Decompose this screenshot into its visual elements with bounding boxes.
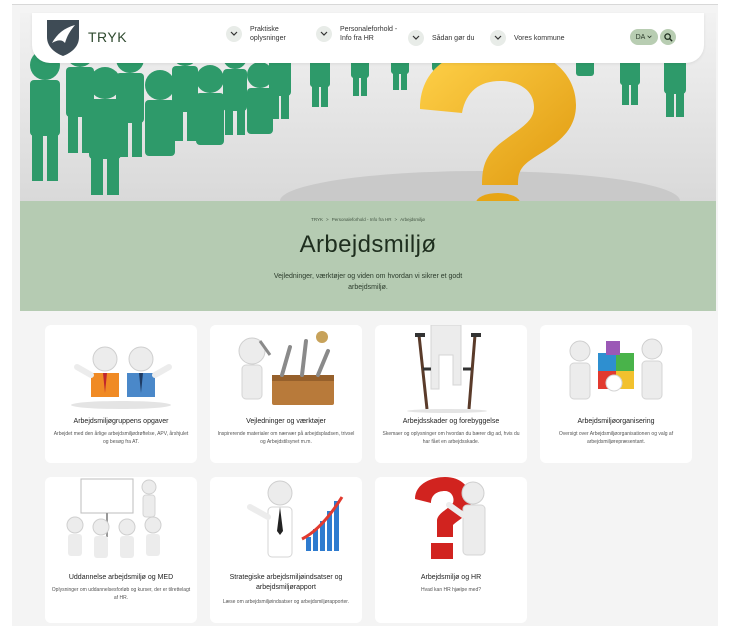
card-uddannelse-arbejdsmiljoe-og-med[interactable]: Uddannelse arbejdsmiljø og MED Oplysning… (45, 477, 197, 623)
nav-label: Praktiske oplysninger (250, 26, 286, 42)
card-arbejdsmiljoegruppens-opgaver[interactable]: Arbejdsmiljøgruppens opgaver Arbejdet me… (45, 325, 197, 463)
logo-shield-icon[interactable] (46, 19, 80, 57)
card-description: Arbejdet med den årlige arbejdsmiljødrøf… (53, 431, 189, 445)
chevron-down-icon (226, 26, 242, 42)
card-strategiske-arbejdsmiljoeindsatser[interactable]: Strategiske arbejdsmiljøindsatser og arb… (210, 477, 362, 623)
card-description: Oversigt over Arbejdsmiljøorganisationen… (558, 431, 674, 445)
nav-label: Personaleforhold - Info fra HR (340, 26, 398, 42)
card-title: Strategiske arbejdsmiljøindsatser og arb… (229, 574, 343, 591)
nav-item-saadan-goer-du[interactable]: Sådan gør du (408, 30, 490, 46)
card-vejledninger-og-vaerktoejer[interactable]: Vejledninger og værktøjer Inspirerende m… (210, 325, 362, 463)
card-description: Læse om arbejdsmiljøindsatser og arbejds… (222, 599, 350, 605)
card-title: Vejledninger og værktøjer (246, 418, 326, 425)
nav-label: Sådan gør du (432, 34, 475, 42)
chevron-down-icon (490, 30, 506, 46)
presentation-illustration (66, 478, 162, 558)
card-description: Skemaer og oplysninger om hvordan du bær… (382, 431, 520, 445)
breadcrumb-current: Arbejdsmiljø (400, 217, 425, 222)
card-title: Arbejdsskader og forebyggelse (402, 418, 500, 425)
nav-label: Vores kommune (514, 34, 565, 42)
breadcrumb-link[interactable]: TRYK (311, 217, 323, 222)
growth-chart-illustration (247, 480, 344, 558)
brand-name[interactable]: TRYK (88, 29, 127, 45)
page-header-banner: TRYK > Personaleforhold - Info fra HR > Arbe… (20, 201, 716, 311)
chevron-down-icon (408, 30, 424, 46)
card-description: Oplysninger om uddannelsesforløb og kurs… (51, 587, 191, 601)
page-title: Arbejdsmiljø (299, 231, 437, 258)
crutches-illustration (407, 325, 487, 413)
question-figure-illustration (415, 477, 486, 559)
nav-item-praktiske-oplysninger[interactable]: Praktiske oplysninger (226, 25, 308, 43)
bar-chart-graphic (301, 496, 344, 551)
breadcrumb-link[interactable]: Personaleforhold - Info fra HR (332, 217, 392, 222)
search-icon (663, 32, 673, 42)
card-description: Inspirerende materialer om nærvær på arb… (217, 431, 355, 445)
card-title: Uddannelse arbejdsmiljø og MED (68, 574, 174, 581)
card-title: Arbejdsmiljøorganisering (577, 418, 655, 425)
page-subtitle: Vejledninger, værktøjer og viden om hvor… (273, 273, 463, 291)
toolbox-illustration (210, 325, 362, 413)
nav-item-personaleforhold[interactable]: Personaleforhold - Info fra HR (316, 25, 398, 43)
card-description: Hvad kan HR hjælpe med? (420, 587, 482, 593)
chevron-down-icon (316, 26, 332, 42)
card-title: Arbejdsmiljøgruppens opgaver (73, 418, 169, 425)
card-arbejdsskader-og-forebyggelse[interactable]: Arbejdsskader og forebyggelse Skemaer og… (375, 325, 527, 463)
nav-item-vores-kommune[interactable]: Vores kommune (490, 30, 584, 46)
card-arbejdsmiljoe-og-hr[interactable]: Arbejdsmiljø og HR Hvad kan HR hjælpe me… (375, 477, 527, 623)
card-arbejdsmiljoeorganisering[interactable]: Arbejdsmiljøorganisering Oversigt over A… (540, 325, 692, 463)
language-label: DA (635, 33, 646, 41)
card-title: Arbejdsmiljø og HR (420, 574, 482, 581)
chevron-down-icon (647, 35, 653, 39)
top-navigation: TRYK Praktiske oplysninger Personaleforh… (32, 13, 704, 63)
puzzle-illustration (569, 338, 663, 400)
language-selector[interactable]: DA (630, 29, 658, 45)
search-button[interactable] (660, 29, 676, 45)
page: TRYK Praktiske oplysninger Personaleforh… (12, 4, 718, 626)
breadcrumb: TRYK > Personaleforhold - Info fra HR > Arbe… (311, 217, 425, 222)
two-figures-illustration (71, 346, 172, 409)
